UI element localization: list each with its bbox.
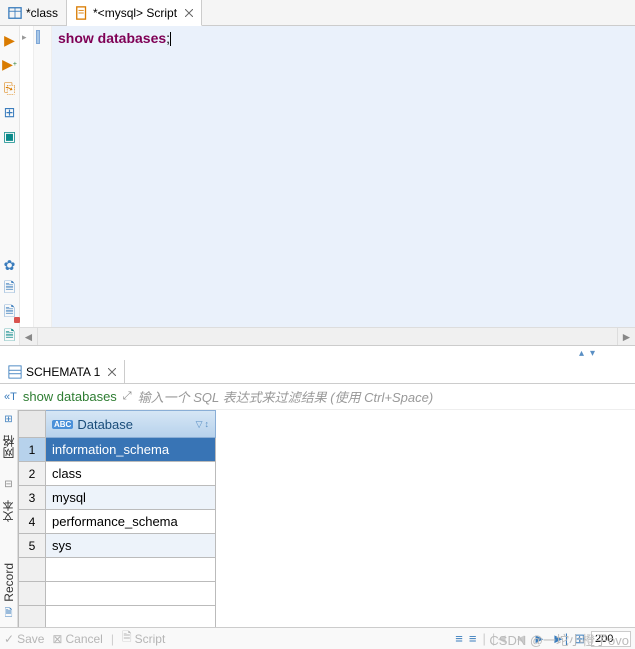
- nav-prev-icon[interactable]: ◄: [514, 631, 527, 646]
- plan-icon[interactable]: ⊞: [2, 104, 18, 120]
- run-plus-icon[interactable]: ▶+: [2, 56, 18, 72]
- query-icon[interactable]: «T: [4, 391, 17, 403]
- close-icon[interactable]: [108, 368, 116, 376]
- script-button[interactable]: 🗎 Script: [122, 628, 165, 649]
- side-label-record[interactable]: Record: [2, 563, 16, 602]
- cell-empty: [46, 558, 216, 582]
- row-number: [18, 558, 46, 582]
- grid-icon: [8, 365, 22, 379]
- table-row-empty: [18, 606, 635, 627]
- result-tabs: SCHEMATA 1: [0, 360, 635, 384]
- collapse-handle: ▴ ▾: [0, 346, 635, 360]
- results-grid-area: ⊞ 网格 ⊟ 文本 Record 🗎 ABC Database ▽ ↕ 1: [0, 410, 635, 627]
- text-cursor: [170, 32, 171, 46]
- tab-class[interactable]: *class: [0, 0, 67, 25]
- close-icon[interactable]: [185, 9, 193, 17]
- code-editor[interactable]: show databases;: [52, 26, 635, 327]
- grid-view-icon[interactable]: ⊞: [4, 414, 12, 425]
- sql-icon: [75, 6, 89, 20]
- result-tab-label: SCHEMATA 1: [26, 365, 100, 379]
- table-row-empty: [18, 558, 635, 582]
- filter-icon[interactable]: ▽: [196, 419, 203, 430]
- grid-header: ABC Database ▽ ↕: [18, 410, 635, 438]
- refresh-icon[interactable]: ⊞: [574, 631, 585, 647]
- sort-icon[interactable]: ↕: [205, 419, 210, 430]
- sql-keyword: show databases: [58, 30, 166, 46]
- scroll-left-icon[interactable]: ◄: [20, 328, 38, 345]
- save-button[interactable]: ✓ Save: [4, 632, 44, 646]
- row-number: [18, 582, 46, 606]
- table-row[interactable]: 4performance_schema: [18, 510, 635, 534]
- tab-label: *class: [26, 6, 58, 20]
- column-header-database[interactable]: ABC Database ▽ ↕: [46, 410, 216, 438]
- run-icon[interactable]: ▶: [2, 32, 18, 48]
- cell-database[interactable]: information_schema: [46, 438, 216, 462]
- type-badge: ABC: [52, 420, 73, 429]
- row-number[interactable]: 3: [18, 486, 46, 510]
- row-number[interactable]: 5: [18, 534, 46, 558]
- line-gutter: [34, 26, 52, 327]
- tab-mysql-script[interactable]: *<mysql> Script: [67, 0, 202, 26]
- cell-database[interactable]: sys: [46, 534, 216, 558]
- editor-h-scrollbar[interactable]: ◄ ►: [20, 327, 635, 345]
- record-icon[interactable]: 🗎: [4, 606, 12, 623]
- stop-icon[interactable]: ▣: [2, 128, 18, 144]
- grid-corner[interactable]: [18, 410, 46, 438]
- table-row[interactable]: 5sys: [18, 534, 635, 558]
- table-row[interactable]: 3mysql: [18, 486, 635, 510]
- status-footer: ✓ Save ⊠ Cancel | 🗎 Script ≡ ≡ | |◄ ◄ ► …: [0, 627, 635, 649]
- filter-input[interactable]: 输入一个 SQL 表达式来过滤结果 (使用 Ctrl+Space): [138, 387, 434, 406]
- column-label: Database: [77, 417, 133, 432]
- table-row-empty: [18, 582, 635, 606]
- collapse-down-icon[interactable]: ▾: [590, 348, 595, 359]
- row-number[interactable]: 1: [18, 438, 46, 462]
- collapse-up-icon[interactable]: ▴: [579, 348, 584, 359]
- side-label-grid[interactable]: 网格: [0, 435, 17, 459]
- line-marker: [36, 30, 40, 44]
- table-row[interactable]: 2class: [18, 462, 635, 486]
- run-script-icon[interactable]: ⎘: [2, 80, 18, 96]
- file-new-icon[interactable]: 🗎: [2, 281, 18, 297]
- text-view-icon[interactable]: ⊟: [4, 479, 12, 490]
- scroll-right-icon[interactable]: ►: [617, 328, 635, 345]
- cell-database[interactable]: mysql: [46, 486, 216, 510]
- cell-database[interactable]: class: [46, 462, 216, 486]
- cancel-button[interactable]: ⊠ Cancel: [52, 632, 102, 646]
- file-red-icon[interactable]: 🗎: [2, 305, 18, 321]
- cell-empty: [46, 582, 216, 606]
- editor-area: ▶ ▶+ ⎘ ⊞ ▣ ✿ 🗎 🗎 🗎 show databases; ◄ ►: [0, 26, 635, 346]
- query-text: show databases: [23, 389, 117, 404]
- results-grid: ABC Database ▽ ↕ 1information_schema2cla…: [18, 410, 635, 627]
- file-teal-icon[interactable]: 🗎: [2, 329, 18, 345]
- filter-row: «T show databases ⤢ 输入一个 SQL 表达式来过滤结果 (使…: [0, 384, 635, 410]
- side-panel-tabs: ⊞ 网格 ⊟ 文本 Record 🗎: [0, 410, 18, 627]
- expand-icon[interactable]: ⤢: [123, 390, 132, 403]
- row-number: [18, 606, 46, 627]
- nav-first-icon[interactable]: |◄: [492, 631, 508, 646]
- side-label-text[interactable]: 文本: [1, 500, 17, 522]
- fold-gutter[interactable]: [20, 26, 34, 327]
- editor-toolbar: ▶ ▶+ ⎘ ⊞ ▣ ✿ 🗎 🗎 🗎: [0, 26, 20, 345]
- scroll-track[interactable]: [38, 328, 617, 345]
- row-number[interactable]: 2: [18, 462, 46, 486]
- table-row[interactable]: 1information_schema: [18, 438, 635, 462]
- page-size-input[interactable]: [591, 631, 631, 647]
- row-number[interactable]: 4: [18, 510, 46, 534]
- settings-icon[interactable]: ✿: [2, 257, 18, 273]
- cell-empty: [46, 606, 216, 627]
- nav-last-icon[interactable]: ►|: [552, 631, 568, 646]
- cell-database[interactable]: performance_schema: [46, 510, 216, 534]
- table-icon: [8, 6, 22, 20]
- editor-tabs: *class *<mysql> Script: [0, 0, 635, 26]
- tab-label: *<mysql> Script: [93, 6, 177, 20]
- tab-schemata[interactable]: SCHEMATA 1: [0, 360, 125, 383]
- nav-next-icon[interactable]: ►: [533, 631, 546, 646]
